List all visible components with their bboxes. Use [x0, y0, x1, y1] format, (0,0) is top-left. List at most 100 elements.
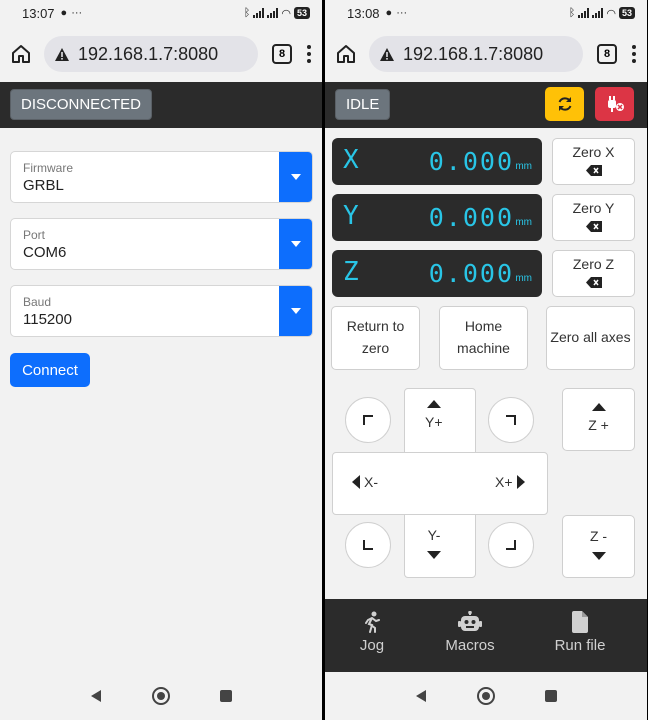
connection-status-badge: DISCONNECTED [10, 89, 153, 120]
top-app-bar: IDLE [325, 82, 647, 128]
status-time: 13:07 [22, 5, 55, 21]
nav-run-file-tab[interactable]: Run file [540, 611, 620, 654]
chevron-down-icon[interactable] [279, 152, 312, 202]
status-bar: 13:07 ● ··· ᛒ ◠ 53 [0, 0, 322, 26]
recents-icon[interactable] [544, 689, 558, 703]
circle-home-icon[interactable] [476, 686, 496, 706]
bottom-nav: Jog Macros Run file [325, 599, 647, 672]
jog-z-minus-button[interactable]: Z - [562, 515, 635, 578]
chat-notification-icon: ● [60, 7, 68, 19]
jog-cross-center [405, 453, 475, 514]
jog-z-plus-button[interactable]: Z + [562, 388, 635, 451]
dro-axis-label: X [343, 145, 359, 175]
port-select[interactable]: Port COM6 [10, 218, 313, 270]
address-bar[interactable]: 192.168.1.7:8080 [369, 36, 583, 72]
dro-x: X 0.000 mm [332, 138, 542, 185]
chat-notification-icon: ● [385, 7, 393, 19]
baud-select[interactable]: Baud 115200 [10, 285, 313, 337]
connect-button[interactable]: Connect [10, 353, 90, 387]
chevron-down-icon[interactable] [279, 219, 312, 269]
refresh-icon [558, 97, 571, 111]
corner-icon [363, 540, 373, 550]
triangle-up-icon [563, 403, 634, 411]
zero-x-label: Zero X [572, 144, 615, 160]
baud-label: Baud [23, 295, 52, 309]
phone-connect-screen: 13:07 ● ··· ᛒ ◠ 53 192.168.1.7:8080 8 DI… [0, 0, 322, 720]
home-icon[interactable] [333, 41, 359, 67]
baud-value: 115200 [23, 311, 72, 328]
system-nav-bar [325, 672, 647, 720]
tabs-icon[interactable]: 8 [272, 44, 292, 64]
jog-diagonal-down-left-button[interactable] [345, 522, 391, 568]
zero-x-button[interactable]: Zero X [552, 138, 635, 185]
warning-icon[interactable] [379, 47, 395, 62]
top-app-bar: DISCONNECTED [0, 82, 322, 128]
jog-y-plus-button[interactable]: Y+ [425, 400, 443, 430]
bluetooth-icon: ᛒ [568, 7, 576, 19]
home-line2: machine [457, 340, 510, 356]
refresh-button[interactable] [545, 87, 584, 121]
url-text: 192.168.1.7:8080 [78, 43, 219, 64]
bluetooth-icon: ᛒ [243, 7, 251, 19]
jog-diagonal-up-right-button[interactable] [488, 397, 534, 443]
nav-run-file-label: Run file [554, 637, 606, 654]
triangle-down-icon [563, 552, 634, 560]
url-text: 192.168.1.7:8080 [403, 43, 544, 64]
battery-icon: 53 [293, 7, 310, 19]
home-line1: Home [464, 318, 503, 335]
backspace-icon [553, 277, 634, 288]
wifi-icon: ◠ [281, 7, 291, 20]
jog-diagonal-up-left-button[interactable] [345, 397, 391, 443]
chevron-down-icon[interactable] [279, 286, 312, 336]
nav-macros-tab[interactable]: Macros [430, 611, 510, 654]
jog-y-minus-button[interactable]: Y- [427, 527, 441, 559]
dro-axis-label: Y [343, 201, 359, 231]
home-machine-button[interactable]: Home machine [439, 306, 528, 370]
jog-x-plus-label: X+ [495, 474, 513, 490]
jog-x-plus-button[interactable]: X+ [495, 474, 525, 490]
jog-z-plus-label: Z + [588, 417, 609, 433]
zero-y-label: Zero Y [572, 200, 615, 216]
more-icon[interactable] [629, 45, 639, 63]
jog-x-minus-button[interactable]: X- [352, 474, 378, 490]
robot-icon [430, 611, 510, 633]
jog-y-plus-label: Y+ [425, 414, 443, 430]
battery-icon: 53 [618, 7, 635, 19]
zero-z-button[interactable]: Zero Z [552, 250, 635, 297]
circle-home-icon[interactable] [151, 686, 171, 706]
firmware-select[interactable]: Firmware GRBL [10, 151, 313, 203]
port-value: COM6 [23, 244, 67, 261]
dro-value: 0.000 [428, 203, 514, 232]
zero-y-button[interactable]: Zero Y [552, 194, 635, 241]
signal-icon [578, 8, 590, 18]
backspace-icon [553, 221, 634, 232]
signal-icon [267, 8, 279, 18]
triangle-down-icon [427, 551, 441, 559]
browser-toolbar: 192.168.1.7:8080 8 [325, 26, 647, 82]
address-bar[interactable]: 192.168.1.7:8080 [44, 36, 258, 72]
nav-jog-label: Jog [359, 637, 385, 654]
back-icon[interactable] [89, 689, 103, 703]
jog-diagonal-down-right-button[interactable] [488, 522, 534, 568]
return-to-zero-button[interactable]: Return to zero [331, 306, 420, 370]
dro-value: 0.000 [428, 147, 514, 176]
disconnect-button[interactable] [595, 87, 634, 121]
home-icon[interactable] [8, 41, 34, 67]
signal-icon [592, 8, 604, 18]
dro-y: Y 0.000 mm [332, 194, 542, 241]
recents-icon[interactable] [219, 689, 233, 703]
back-icon[interactable] [414, 689, 428, 703]
nav-jog-tab[interactable]: Jog [332, 611, 412, 654]
more-icon[interactable] [304, 45, 314, 63]
zero-all-axes-button[interactable]: Zero all axes [546, 306, 635, 370]
return-line2: zero [361, 340, 390, 356]
wifi-icon: ◠ [606, 7, 616, 20]
jog-x-minus-label: X- [364, 474, 378, 490]
dro-z: Z 0.000 mm [332, 250, 542, 297]
more-notifications-icon: ··· [396, 7, 408, 19]
corner-icon [506, 415, 516, 425]
warning-icon[interactable] [54, 47, 70, 62]
tabs-icon[interactable]: 8 [597, 44, 617, 64]
port-label: Port [23, 228, 46, 242]
zero-z-label: Zero Z [572, 256, 615, 272]
